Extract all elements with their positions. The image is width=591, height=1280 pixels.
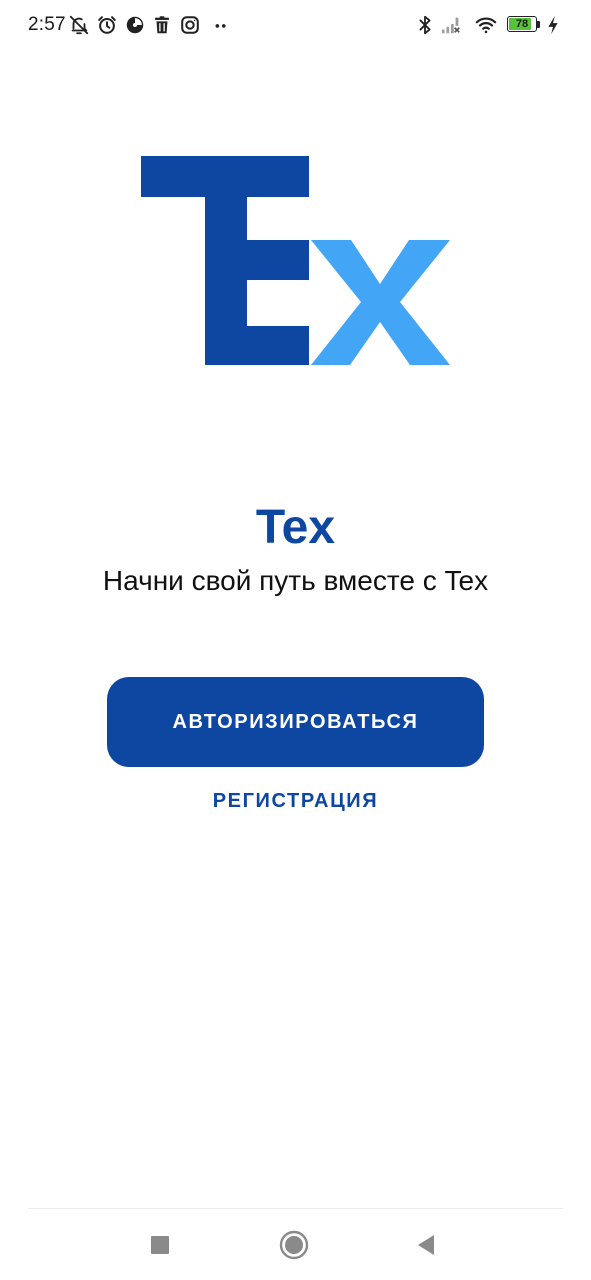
logo-e-middle [247,240,309,280]
tex-logo-icon [141,156,451,368]
home-circle-icon[interactable] [277,1228,311,1262]
app-title: Tex [255,501,336,554]
logo-t-top-bar [141,156,309,197]
battery-icon: 78 [507,16,543,34]
register-link[interactable]: РЕГИСТРАЦИЯ [0,790,591,813]
instagram-icon [179,14,201,36]
logo-e-bottom [247,326,309,365]
back-triangle-icon[interactable] [410,1228,444,1262]
battery-cap [537,21,540,28]
logo-stem [205,197,247,365]
status-time: 2:57 [28,14,66,35]
login-button[interactable]: АВТОРИЗИРОВАТЬСЯ [107,677,484,767]
signal-icon [440,14,462,36]
status-bar: 2:57 78 [0,0,591,52]
nav-divider [28,1208,563,1209]
bluetooth-icon [414,14,436,36]
more-dots-icon [210,14,232,36]
pie-chart-icon [124,14,146,36]
logo-x [311,240,450,365]
battery-level: 78 [515,18,529,30]
recents-square-icon[interactable] [143,1228,177,1262]
charging-icon [545,14,561,36]
wifi-icon [474,14,498,36]
bell-off-icon [68,14,90,36]
tagline: Начни свой путь вместе с Tex [102,565,489,596]
alarm-icon [96,14,118,36]
trash-icon [151,14,173,36]
